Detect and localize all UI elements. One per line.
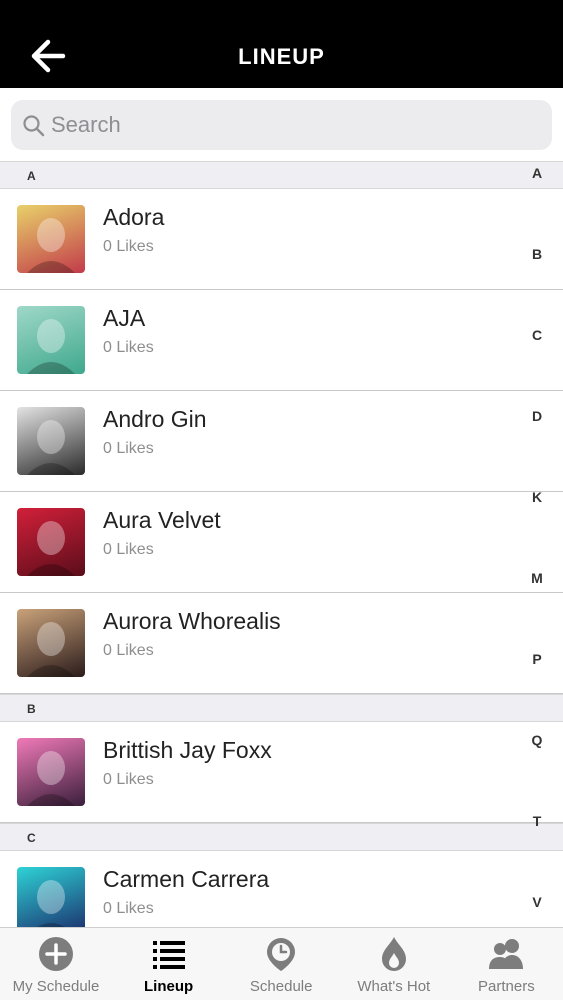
tab-my-schedule[interactable]: My Schedule xyxy=(0,928,112,1000)
performer-name: AJA xyxy=(103,305,146,331)
likes-count: 0 Likes xyxy=(103,541,154,558)
section-header-a: A xyxy=(0,161,563,189)
list-item[interactable]: Adora 0 Likes xyxy=(0,189,563,290)
likes-count: 0 Likes xyxy=(103,642,154,659)
list-item[interactable]: Aura Velvet 0 Likes xyxy=(0,492,563,593)
index-letter-t[interactable]: T xyxy=(527,813,547,829)
tab-lineup[interactable]: Lineup xyxy=(113,928,225,1000)
index-letter-d[interactable]: D xyxy=(527,408,547,424)
avatar xyxy=(17,609,85,677)
index-letter-k[interactable]: K xyxy=(527,489,547,505)
search-input[interactable] xyxy=(51,108,531,142)
lineup-list[interactable]: A Adora 0 Likes AJA 0 Likes Andro Gin 0 Likes A… xyxy=(0,161,563,927)
list-item[interactable]: Andro Gin 0 Likes xyxy=(0,391,563,492)
list-item[interactable]: Aurora Whorealis 0 Likes xyxy=(0,593,563,694)
app: LINEUP A Adora 0 Likes AJA 0 Likes Andro Gin 0… xyxy=(0,0,563,1000)
list-item[interactable]: Brittish Jay Foxx 0 Likes xyxy=(0,722,563,823)
alphabet-index[interactable]: A B C D K M P Q T V xyxy=(523,161,563,927)
index-letter-p[interactable]: P xyxy=(527,651,547,667)
avatar xyxy=(17,867,85,927)
flame-icon xyxy=(376,936,412,972)
tab-partners[interactable]: Partners xyxy=(450,928,562,1000)
performer-name: Andro Gin xyxy=(103,406,207,432)
page-title: LINEUP xyxy=(238,44,325,69)
search-field[interactable] xyxy=(11,100,552,150)
list-item[interactable]: AJA 0 Likes xyxy=(0,290,563,391)
likes-count: 0 Likes xyxy=(103,771,154,788)
avatar xyxy=(17,306,85,374)
likes-count: 0 Likes xyxy=(103,339,154,356)
avatar xyxy=(17,407,85,475)
section-header-b: B xyxy=(0,694,563,722)
tab-label: Partners xyxy=(478,978,535,995)
performer-name: Aura Velvet xyxy=(103,507,221,533)
performer-name: Adora xyxy=(103,204,165,230)
index-letter-b[interactable]: B xyxy=(527,246,547,262)
search-bar xyxy=(0,88,563,161)
index-letter-c[interactable]: C xyxy=(527,327,547,343)
plus-circle-icon xyxy=(38,936,74,972)
likes-count: 0 Likes xyxy=(103,900,154,917)
tab-what-s-hot[interactable]: What's Hot xyxy=(338,928,450,1000)
search-icon xyxy=(23,115,45,137)
avatar xyxy=(17,205,85,273)
header-bar: LINEUP xyxy=(0,0,563,88)
list-icon xyxy=(151,936,187,972)
list-item[interactable]: Carmen Carrera 0 Likes xyxy=(0,851,563,927)
section-header-c: C xyxy=(0,823,563,851)
index-letter-a[interactable]: A xyxy=(527,165,547,181)
tab-label: Lineup xyxy=(144,978,194,995)
tab-label: Schedule xyxy=(249,978,313,995)
tab-label: My Schedule xyxy=(12,978,100,995)
tab-schedule[interactable]: Schedule xyxy=(225,928,337,1000)
performer-name: Brittish Jay Foxx xyxy=(103,737,272,763)
performer-name: Carmen Carrera xyxy=(103,866,270,892)
clock-pin-icon xyxy=(263,936,299,972)
tab-bar: My Schedule Lineup Schedule What's Hot Partn… xyxy=(0,927,563,1000)
avatar xyxy=(17,508,85,576)
avatar xyxy=(17,738,85,806)
index-letter-v[interactable]: V xyxy=(527,894,547,910)
users-icon xyxy=(488,936,524,972)
tab-label: What's Hot xyxy=(357,978,431,995)
likes-count: 0 Likes xyxy=(103,440,154,457)
index-letter-q[interactable]: Q xyxy=(527,732,547,748)
likes-count: 0 Likes xyxy=(103,238,154,255)
performer-name: Aurora Whorealis xyxy=(103,608,281,634)
index-letter-m[interactable]: M xyxy=(527,570,547,586)
